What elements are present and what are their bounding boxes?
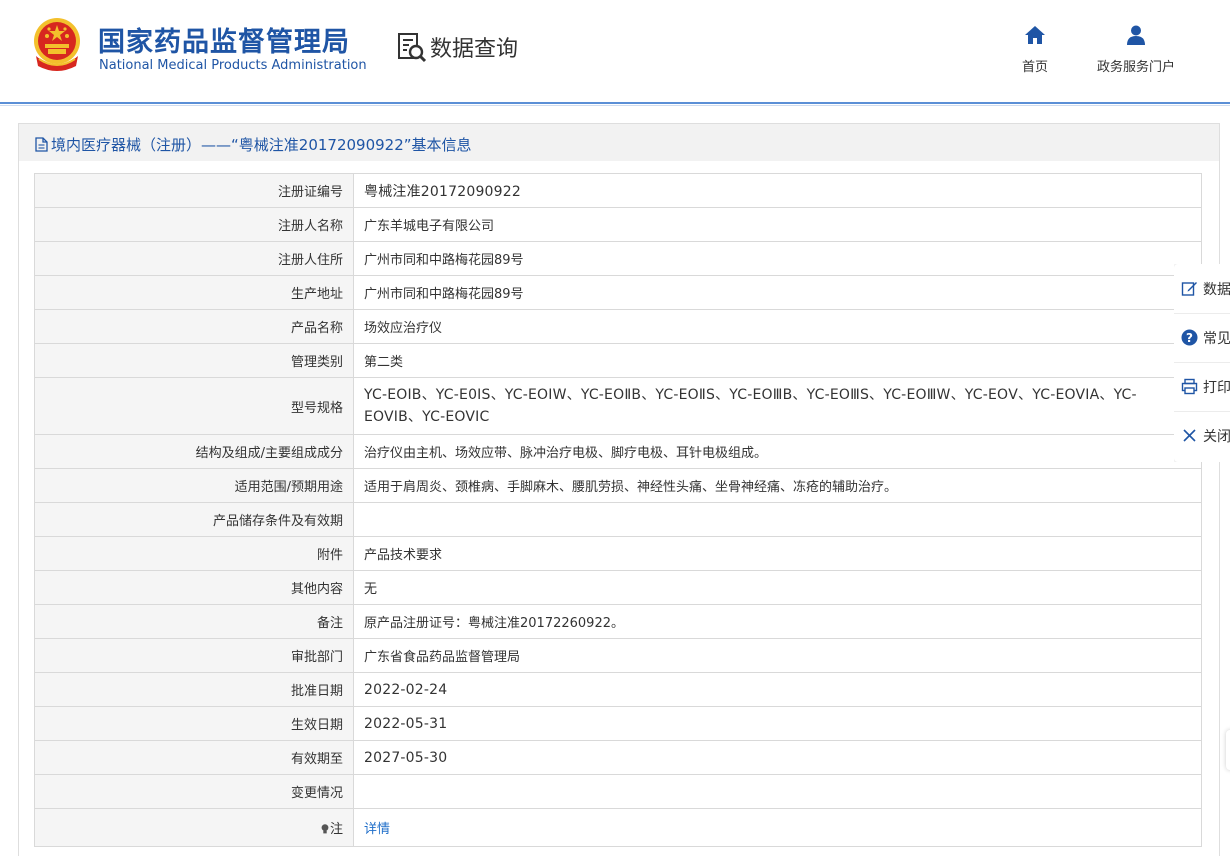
field-label: 有效期至 xyxy=(34,740,354,775)
side-item-label: 数据纠错 xyxy=(1203,281,1230,298)
document-icon xyxy=(35,136,48,152)
field-value: 适用于肩周炎、颈椎病、手脚麻木、腰肌劳损、神经性头痛、坐骨神经痛、冻疮的辅助治疗… xyxy=(353,468,1202,503)
side-item-label: 关闭 xyxy=(1203,428,1230,445)
panel-body: 注册证编号 粤械注准20172090922 注册人名称 广东羊城电子有限公司 注… xyxy=(19,161,1219,856)
table-row: 注册人名称 广东羊城电子有限公司 xyxy=(34,207,1202,242)
field-value: 2022-02-24 xyxy=(353,672,1202,707)
field-value: 无 xyxy=(353,570,1202,605)
field-value: 原产品注册证号：粤械注准20172260922。 xyxy=(353,604,1202,639)
site-logo-title[interactable]: 国家药品监督管理局 xyxy=(98,20,350,59)
table-row: 批准日期 2022-02-24 xyxy=(34,672,1202,707)
table-row: 有效期至 2027-05-30 xyxy=(34,740,1202,775)
back-to-top-tab[interactable] xyxy=(1226,730,1230,770)
field-value: 2027-05-30 xyxy=(353,740,1202,775)
table-row: 适用范围/预期用途 适用于肩周炎、颈椎病、手脚麻木、腰肌劳损、神经性头痛、坐骨神… xyxy=(34,468,1202,503)
nav-portal-label: 政务服务门户 xyxy=(1096,60,1175,75)
table-row: 结构及组成/主要组成成分 治疗仪由主机、场效应带、脉冲治疗电极、脚疗电极、耳针电… xyxy=(34,434,1202,469)
table-row: 注 详情 xyxy=(34,808,1202,847)
close-icon xyxy=(1183,429,1196,442)
field-value: 2022-05-31 xyxy=(353,706,1202,741)
field-label: 管理类别 xyxy=(34,343,354,378)
section-title: 数据查询 xyxy=(397,30,518,64)
field-label: 产品名称 xyxy=(34,309,354,344)
table-row: 生效日期 2022-05-31 xyxy=(34,706,1202,741)
field-value: 第二类 xyxy=(353,343,1202,378)
field-value: 治疗仪由主机、场效应带、脉冲治疗电极、脚疗电极、耳针电极组成。 xyxy=(353,434,1202,469)
print-icon xyxy=(1181,378,1198,395)
field-value: YC-EOⅠB、YC-E0ⅠS、YC-EOⅠW、YC-EOⅡB、YC-EOⅡS、… xyxy=(353,377,1202,435)
panel-title: 境内医疗器械（注册）——“粤械注准20172090922”基本信息 xyxy=(35,134,472,154)
table-row: 附件 产品技术要求 xyxy=(34,536,1202,571)
note-label: 注 xyxy=(329,822,343,837)
side-item-label: 打印 xyxy=(1203,379,1230,396)
field-value: 产品技术要求 xyxy=(353,536,1202,571)
home-icon xyxy=(1025,26,1045,44)
table-row: 审批部门 广东省食品药品监督管理局 xyxy=(34,638,1202,673)
field-value: 广东省食品药品监督管理局 xyxy=(353,638,1202,673)
detail-panel: 境内医疗器械（注册）——“粤械注准20172090922”基本信息 注册证编号 … xyxy=(18,123,1220,856)
field-label: 其他内容 xyxy=(34,570,354,605)
section-title-text: 数据查询 xyxy=(430,37,519,62)
field-label: 适用范围/预期用途 xyxy=(34,468,354,503)
field-value: 场效应治疗仪 xyxy=(353,309,1202,344)
nav-home-label: 首页 xyxy=(1021,60,1048,75)
field-label: 审批部门 xyxy=(34,638,354,673)
data-query-icon xyxy=(398,33,427,63)
table-row: 型号规格 YC-EOⅠB、YC-E0ⅠS、YC-EOⅠW、YC-EOⅡB、YC-… xyxy=(34,377,1202,435)
table-row: 产品储存条件及有效期 xyxy=(34,502,1202,537)
table-row: 变更情况 xyxy=(34,774,1202,809)
registration-info-table: 注册证编号 粤械注准20172090922 注册人名称 广东羊城电子有限公司 注… xyxy=(34,173,1202,847)
nav-home[interactable]: 首页 xyxy=(1010,24,1060,75)
table-row: 其他内容 无 xyxy=(34,570,1202,605)
field-value xyxy=(353,502,1202,537)
header-divider xyxy=(0,102,1230,104)
lightbulb-icon xyxy=(321,824,329,834)
side-item-data-correction[interactable]: 数据纠错 xyxy=(1174,264,1230,314)
site-header: 国家药品监督管理局 National Medical Products Admi… xyxy=(0,0,1230,103)
field-label: 生效日期 xyxy=(34,706,354,741)
side-item-label: 常见问题 xyxy=(1203,330,1230,347)
table-row: 注册证编号 粤械注准20172090922 xyxy=(34,173,1202,208)
side-item-close[interactable]: 关闭 xyxy=(1174,411,1230,460)
svg-text:?: ? xyxy=(1186,331,1193,345)
field-label: 型号规格 xyxy=(34,377,354,435)
field-label: 产品储存条件及有效期 xyxy=(34,502,354,537)
field-label: 备注 xyxy=(34,604,354,639)
field-label: 结构及组成/主要组成成分 xyxy=(34,434,354,469)
national-emblem-icon xyxy=(34,18,80,71)
field-label: 注册人住所 xyxy=(34,241,354,276)
field-value: 广州市同和中路梅花园89号 xyxy=(353,275,1202,310)
field-label: 批准日期 xyxy=(34,672,354,707)
field-value: 粤械注准20172090922 xyxy=(353,173,1202,208)
edit-icon xyxy=(1181,282,1197,296)
field-label-note: 注 xyxy=(34,808,354,847)
site-logo-subtitle[interactable]: National Medical Products Administration xyxy=(99,58,367,73)
side-item-print[interactable]: 打印 xyxy=(1174,362,1230,412)
side-toolbar: 数据纠错 ? 常见问题 打印 关闭 xyxy=(1174,264,1230,462)
user-icon xyxy=(1127,25,1145,45)
question-icon: ? xyxy=(1181,329,1198,346)
details-link[interactable]: 详情 xyxy=(364,822,390,837)
field-label: 附件 xyxy=(34,536,354,571)
field-label: 注册证编号 xyxy=(34,173,354,208)
table-row: 备注 原产品注册证号：粤械注准20172260922。 xyxy=(34,604,1202,639)
field-value: 广州市同和中路梅花园89号 xyxy=(353,241,1202,276)
field-label: 注册人名称 xyxy=(34,207,354,242)
table-row: 生产地址 广州市同和中路梅花园89号 xyxy=(34,275,1202,310)
field-label: 变更情况 xyxy=(34,774,354,809)
header-divider-light xyxy=(0,105,1230,106)
field-label: 生产地址 xyxy=(34,275,354,310)
side-item-faq[interactable]: ? 常见问题 xyxy=(1174,313,1230,363)
field-value: 广东羊城电子有限公司 xyxy=(353,207,1202,242)
table-row: 注册人住所 广州市同和中路梅花园89号 xyxy=(34,241,1202,276)
table-row: 产品名称 场效应治疗仪 xyxy=(34,309,1202,344)
field-value xyxy=(353,774,1202,809)
field-value: 详情 xyxy=(353,808,1202,847)
panel-title-text: 境内医疗器械（注册）——“粤械注准20172090922”基本信息 xyxy=(51,135,472,154)
table-row: 管理类别 第二类 xyxy=(34,343,1202,378)
nav-gov-service-portal[interactable]: 政务服务门户 xyxy=(1086,24,1186,75)
